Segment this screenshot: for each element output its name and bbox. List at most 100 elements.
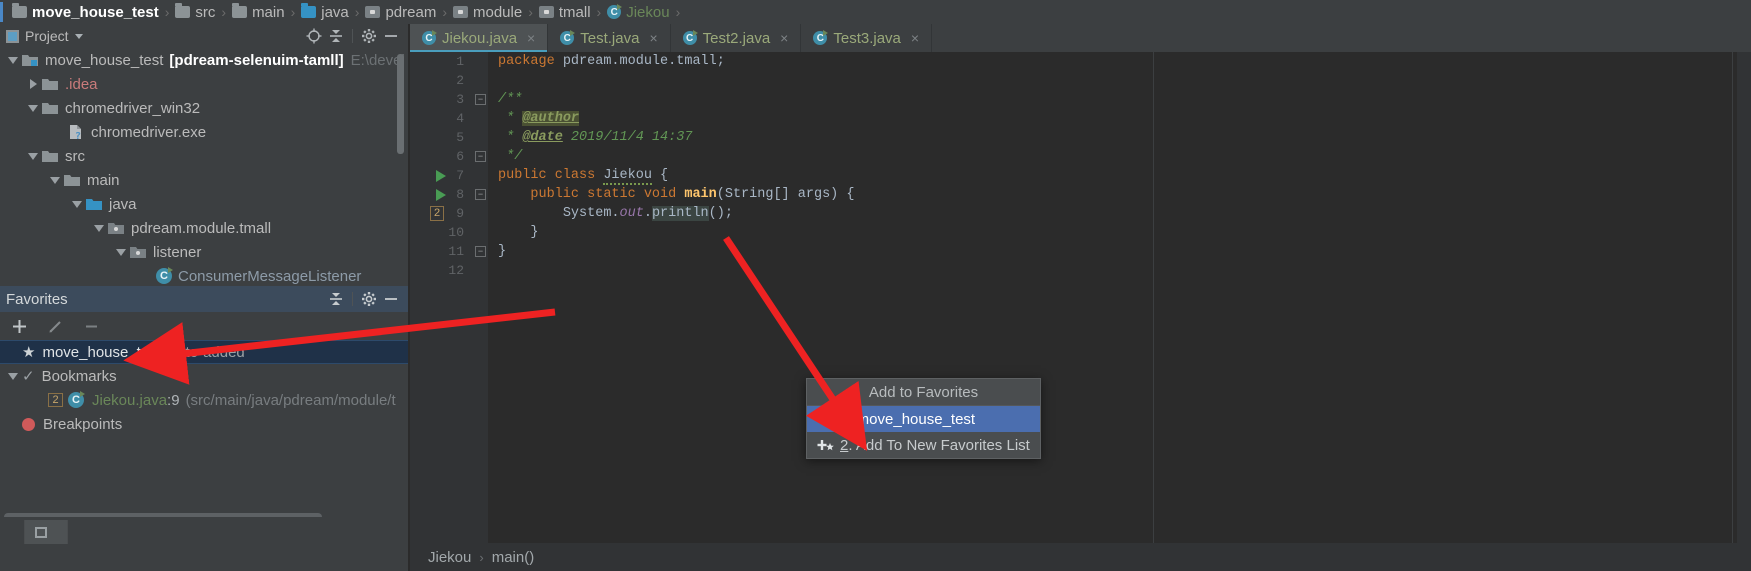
- tree-node-move-house-test[interactable]: move_house_test [pdream-selenuim-tamll] …: [0, 48, 408, 72]
- popup-item-move-house-test[interactable]: 1. move_house_test: [807, 406, 1040, 432]
- edit-pencil-icon[interactable]: [44, 315, 66, 337]
- code-comment: *: [498, 130, 523, 145]
- minimize-icon[interactable]: [380, 288, 402, 310]
- code-method-name: main: [684, 187, 717, 202]
- breadcrumb-item-module[interactable]: module: [451, 4, 524, 21]
- project-tree[interactable]: move_house_test [pdream-selenuim-tamll] …: [0, 48, 408, 286]
- gear-icon[interactable]: [358, 25, 380, 47]
- favorites-item-move-house-test[interactable]: ★ move_house_test auto-added: [0, 340, 408, 364]
- tree-node-idea[interactable]: .idea: [0, 72, 408, 96]
- favorites-item-bookmark[interactable]: 2 C Jiekou.java :9 (src/main/java/pdream…: [0, 388, 408, 412]
- code-editor[interactable]: 1 2 3 4 5 6 7 8 9 10 11 12 2 − − − − pac…: [410, 52, 1751, 547]
- close-icon[interactable]: ×: [911, 30, 919, 46]
- favorites-tree[interactable]: ★ move_house_test auto-added ✓ Bookmarks…: [0, 340, 408, 544]
- editor-area: C Jiekou.java × C Test.java × C Test2.ja…: [410, 24, 1751, 571]
- code-class-name: Jiekou: [603, 168, 652, 185]
- breadcrumb-label: main: [252, 3, 285, 21]
- run-gutter-icon[interactable]: [434, 185, 448, 204]
- collapse-all-icon[interactable]: [325, 288, 347, 310]
- toolwindow-button-terminal[interactable]: [24, 520, 68, 544]
- line-number: 3: [456, 92, 464, 107]
- package-icon: [130, 245, 147, 260]
- tree-node-listener[interactable]: listener: [0, 240, 408, 264]
- close-icon[interactable]: ×: [649, 30, 657, 46]
- breakpoint-icon: [22, 417, 35, 431]
- close-icon[interactable]: ×: [527, 30, 535, 46]
- line-number: 4: [456, 111, 464, 126]
- breadcrumb-item-main[interactable]: main: [230, 3, 287, 21]
- favorites-group-bookmarks[interactable]: ✓ Bookmarks: [0, 364, 408, 388]
- chevron-down-icon[interactable]: [74, 33, 83, 39]
- fold-collapse-icon[interactable]: −: [475, 151, 486, 162]
- fold-collapse-icon[interactable]: −: [475, 189, 486, 200]
- breadcrumb-item-java[interactable]: java: [299, 3, 351, 21]
- line-number: 11: [448, 244, 464, 259]
- tree-node-consumer-message-listener[interactable]: C ConsumerMessageListener: [0, 264, 408, 286]
- breadcrumb-method-label[interactable]: main(): [492, 549, 535, 566]
- breadcrumb-separator: ›: [221, 4, 227, 20]
- add-icon[interactable]: [8, 315, 30, 337]
- code-comment: */: [498, 149, 523, 164]
- code-text[interactable]: package pdream.module.tmall; /** * @auth…: [488, 52, 1751, 547]
- breadcrumb-item-src[interactable]: src: [173, 3, 217, 21]
- bookmark-gutter-badge[interactable]: 2: [430, 204, 444, 223]
- breadcrumb-item-tmall[interactable]: tmall: [537, 4, 593, 21]
- tree-node-chromedriver-exe[interactable]: ? chromedriver.exe: [0, 120, 408, 144]
- breadcrumb-class-label[interactable]: Jiekou: [428, 549, 471, 566]
- code-line-4: * @author: [498, 109, 1751, 128]
- twisty-down-icon[interactable]: [46, 176, 64, 184]
- java-class-run-icon: C: [813, 30, 829, 45]
- idea-window: move_house_test › src › main › java › pd…: [0, 0, 1751, 571]
- editor-error-stripe[interactable]: [1737, 52, 1751, 547]
- locate-target-icon[interactable]: [303, 25, 325, 47]
- twisty-down-icon[interactable]: [4, 372, 22, 380]
- tree-node-pdream-module-tmall[interactable]: pdream.module.tmall: [0, 216, 408, 240]
- fold-collapse-icon[interactable]: −: [475, 94, 486, 105]
- java-class-icon: C: [607, 4, 623, 19]
- add-to-favorites-popup: Add to Favorites 1. move_house_test 2. A…: [806, 378, 1041, 459]
- editor-split-line: [1153, 52, 1154, 547]
- editor-breadcrumb: Jiekou › main(): [410, 543, 1751, 571]
- run-gutter-icon[interactable]: [434, 166, 448, 185]
- breadcrumb-item-jiekou[interactable]: C Jiekou: [605, 4, 671, 21]
- collapse-all-icon[interactable]: [325, 25, 347, 47]
- twisty-down-icon[interactable]: [112, 248, 130, 256]
- twisty-down-icon[interactable]: [24, 152, 42, 160]
- twisty-down-icon[interactable]: [68, 200, 86, 208]
- tree-node-chromedriver-win32[interactable]: chromedriver_win32: [0, 96, 408, 120]
- code-keyword: package: [498, 54, 555, 69]
- close-icon[interactable]: ×: [780, 30, 788, 46]
- tree-node-label: ConsumerMessageListener: [178, 267, 362, 285]
- editor-folding-column[interactable]: − − − −: [472, 52, 488, 547]
- twisty-down-icon[interactable]: [90, 224, 108, 232]
- toolwindow-button-project[interactable]: [0, 520, 25, 544]
- breadcrumb-item-pdream[interactable]: pdream: [363, 4, 438, 21]
- popup-item-add-to-new-list[interactable]: 2. Add To New Favorites List: [807, 432, 1040, 458]
- editor-right-edge: [1732, 52, 1733, 547]
- tab-test2-java[interactable]: C Test2.java ×: [671, 24, 802, 52]
- tree-node-src[interactable]: src: [0, 144, 408, 168]
- bookmark-path-label: (src/main/java/pdream/module/t: [185, 391, 396, 409]
- twisty-right-icon[interactable]: [24, 79, 42, 89]
- tab-jiekou-java[interactable]: C Jiekou.java ×: [410, 24, 549, 52]
- project-tree-scrollbar[interactable]: [397, 54, 404, 154]
- breadcrumb-item-project[interactable]: move_house_test: [10, 3, 161, 21]
- twisty-down-icon[interactable]: [24, 104, 42, 112]
- tab-test-java[interactable]: C Test.java ×: [548, 24, 671, 52]
- tab-test3-java[interactable]: C Test3.java ×: [801, 24, 933, 52]
- favorites-group-breakpoints[interactable]: Breakpoints: [0, 412, 408, 436]
- code-text-span: (String[] args) {: [716, 187, 855, 202]
- tree-node-java[interactable]: java: [0, 192, 408, 216]
- tab-label: Test2.java: [702, 29, 771, 47]
- minimize-icon[interactable]: [380, 25, 402, 47]
- project-panel-title-group[interactable]: Project: [6, 28, 83, 44]
- gear-icon[interactable]: [358, 288, 380, 310]
- twisty-down-icon[interactable]: [4, 56, 22, 64]
- editor-gutter[interactable]: 1 2 3 4 5 6 7 8 9 10 11 12 2: [410, 52, 472, 547]
- tree-node-main[interactable]: main: [0, 168, 408, 192]
- fold-collapse-icon[interactable]: −: [475, 246, 486, 257]
- code-text-span: .: [643, 206, 652, 221]
- javadoc-date-tag: @date: [522, 130, 563, 145]
- remove-icon[interactable]: [80, 315, 102, 337]
- code-line-8: public static void main(String[] args) {: [498, 185, 1751, 204]
